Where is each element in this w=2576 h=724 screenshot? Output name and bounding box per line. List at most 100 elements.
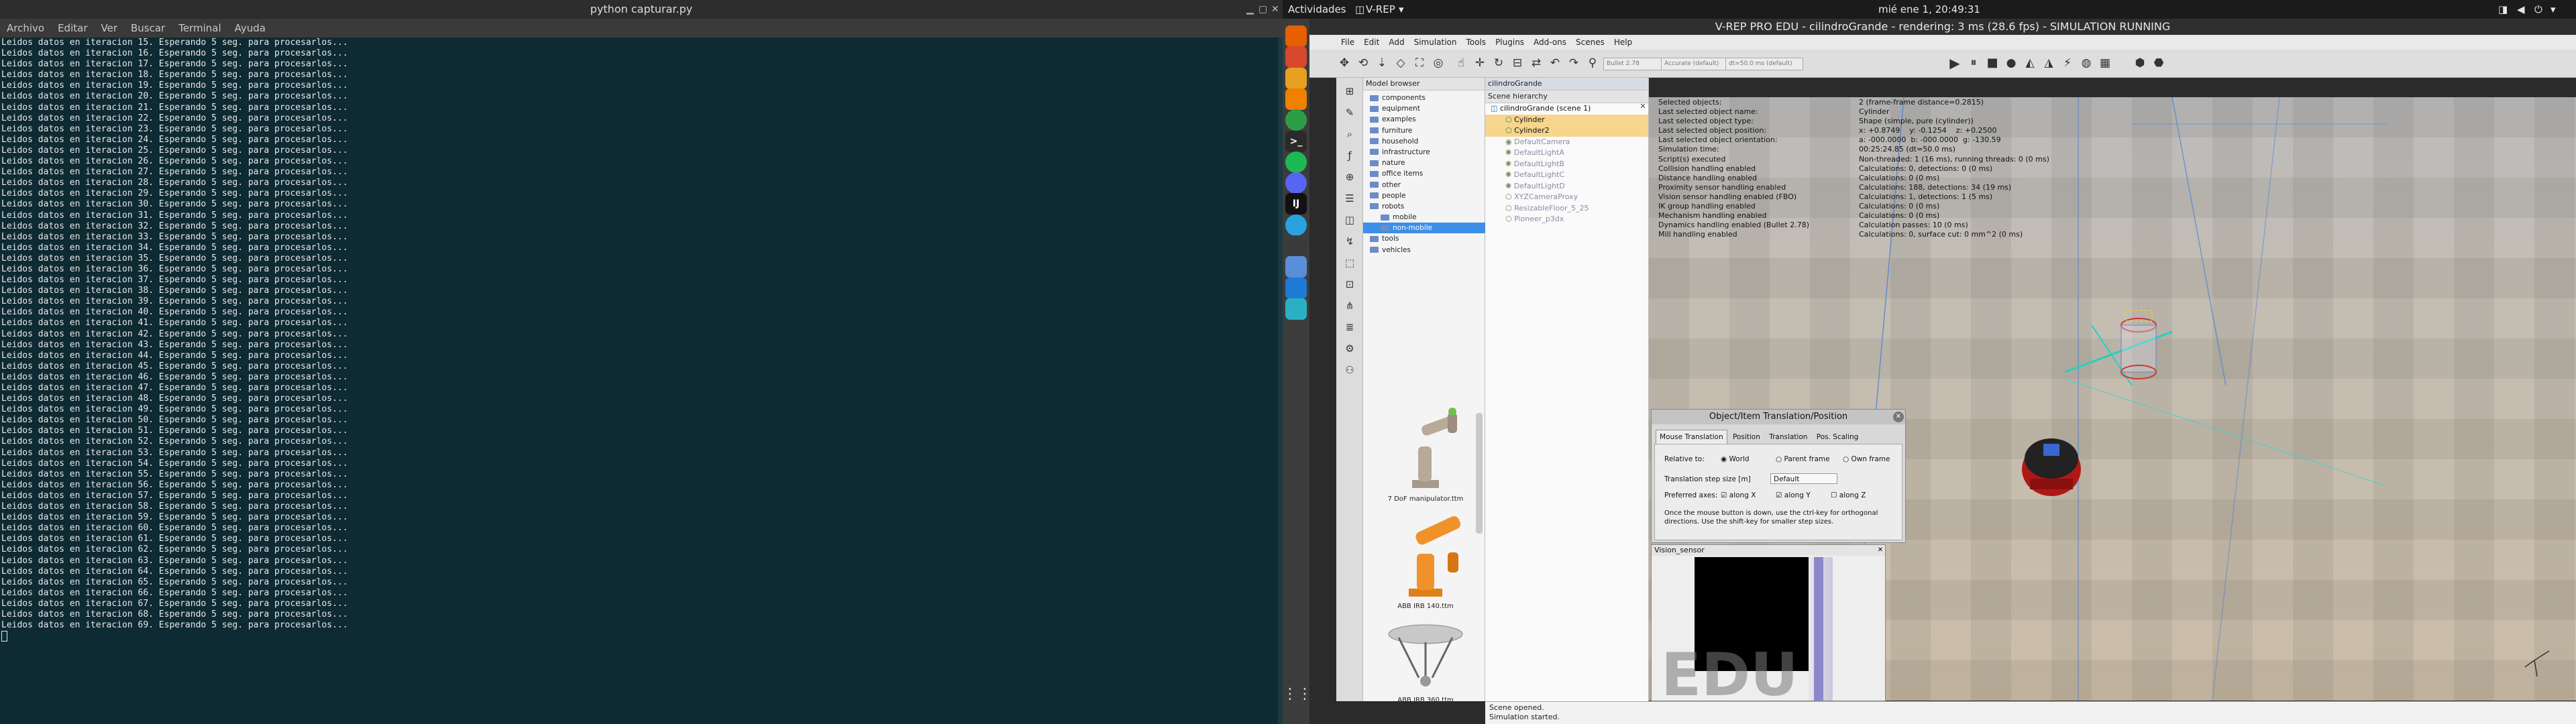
clock[interactable]: mié ene 1, 20:49:31 [1283, 0, 2576, 19]
menu-add-ons[interactable]: Add-ons [1529, 35, 1571, 50]
function-icon[interactable]: ƒ [1342, 147, 1358, 164]
assemble-icon[interactable]: ⊟ [1509, 55, 1525, 71]
files-icon[interactable] [1285, 67, 1307, 89]
menu-buscar[interactable]: Buscar [124, 19, 172, 38]
hierarchy-item[interactable]: ✺ DefaultLightC [1485, 170, 1648, 181]
maximize-icon[interactable]: ▢ [1258, 0, 1267, 19]
physics-engine-select[interactable]: Bullet 2.78 [1603, 58, 1664, 70]
layers-icon[interactable]: ≣ [1342, 319, 1358, 335]
model-folder[interactable]: household [1363, 136, 1485, 147]
model-folder[interactable]: robots [1363, 201, 1485, 212]
stop-icon[interactable]: ■ [1984, 55, 2000, 71]
terminal-icon[interactable]: >_ [1285, 130, 1307, 152]
menu-ayuda[interactable]: Ayuda [228, 19, 272, 38]
accuracy-select[interactable]: Accurate (default) [1661, 58, 1728, 70]
speed-up-icon[interactable]: ◮ [2041, 55, 2057, 71]
hierarchy-item[interactable]: ⬡ Cylinder2 [1485, 125, 1648, 137]
model-folder[interactable]: vehicles [1363, 245, 1485, 255]
menu-edit[interactable]: Edit [1359, 35, 1384, 50]
close-icon[interactable]: ✕ [1271, 0, 1279, 19]
layers-icon[interactable]: ⬣ [2151, 55, 2167, 71]
scene-selector-icon[interactable]: ⬢ [2132, 55, 2148, 71]
model-folder[interactable]: tools [1363, 233, 1485, 244]
discord-icon[interactable] [1285, 172, 1307, 194]
model-folder[interactable]: examples [1363, 114, 1485, 125]
app-menu[interactable]: V-REP [1366, 0, 1395, 19]
checkbox-along-z[interactable]: ☐ along Z [1831, 491, 1866, 499]
realtime-icon[interactable]: ● [2003, 55, 2019, 71]
calc-modules-icon[interactable]: ✎ [1342, 105, 1358, 121]
menu-terminal[interactable]: Terminal [172, 19, 227, 38]
camera-angle-icon[interactable]: ◇ [1393, 55, 1409, 71]
firefox-icon[interactable] [1285, 25, 1307, 47]
close-icon[interactable]: ✕ [1638, 102, 1648, 111]
chevron-down-icon[interactable]: ▾ [2551, 0, 2556, 19]
terminal-output[interactable]: Leidos datos en iteracion 15. Esperando … [0, 38, 1278, 724]
shape-edit-icon[interactable]: ◫ [1342, 212, 1358, 228]
model-folder[interactable]: equipment [1363, 103, 1485, 114]
search-icon[interactable]: ⌕ [1342, 126, 1358, 142]
menu-simulation[interactable]: Simulation [1409, 35, 1462, 50]
hierarchy-item[interactable]: ✺ DefaultLightD [1485, 181, 1648, 192]
selection-icon[interactable]: ⬚ [1342, 255, 1358, 271]
model-thumb[interactable]: 7 DoF manipulator.ttm [1375, 406, 1476, 503]
menu-file[interactable]: File [1336, 35, 1359, 50]
model-folder[interactable]: non-mobile [1363, 223, 1485, 234]
model-folder[interactable]: nature [1363, 158, 1485, 168]
camera-pan-icon[interactable]: ✥ [1336, 55, 1352, 71]
model-folder[interactable]: other [1363, 180, 1485, 190]
hierarchy-item[interactable]: ⬡ Cylinder [1485, 114, 1648, 125]
hierarchy-item[interactable]: ⬡ Pioneer_p3dx [1485, 214, 1648, 225]
obs-icon[interactable] [1285, 235, 1307, 257]
redo-icon[interactable]: ↷ [1566, 55, 1582, 71]
visualization-icon[interactable]: ◍ [2078, 55, 2094, 71]
telegram-icon[interactable] [1285, 214, 1307, 236]
chrome-icon[interactable] [1285, 109, 1307, 131]
translate-object-icon[interactable]: ✛ [1472, 55, 1488, 71]
model-folder[interactable]: components [1363, 93, 1485, 103]
gear-icon[interactable]: ⚙ [1342, 341, 1358, 357]
menu-tools[interactable]: Tools [1462, 35, 1491, 50]
menu-plugins[interactable]: Plugins [1491, 35, 1529, 50]
virtualbox-icon[interactable] [1285, 256, 1307, 278]
model-thumb[interactable]: ABB IRB 360.ttm [1375, 621, 1476, 704]
scene-hierarchy-icon[interactable]: ⋔ [1342, 298, 1358, 314]
scene-tab[interactable]: cilindroGrande [1485, 78, 1648, 90]
menu-editar[interactable]: Editar [51, 19, 94, 38]
model-thumb[interactable]: ABB IRB 140.ttm [1375, 514, 1476, 610]
user-settings-icon[interactable]: ⚇ [1342, 362, 1358, 378]
vision-sensor-view[interactable]: Vision_sensor ✕ EDU [1651, 544, 1886, 705]
checkbox-along-x[interactable]: ☑ along X [1721, 491, 1756, 499]
hierarchy-item[interactable]: ⬡ XYZCameraProxy [1485, 192, 1648, 203]
page-selector-icon[interactable]: ▦ [2097, 55, 2113, 71]
timestep-select[interactable]: dt=50.0 ms (default) [1725, 58, 1803, 70]
radio-world[interactable]: ◉ World [1721, 455, 1750, 463]
menu-add[interactable]: Add [1384, 35, 1409, 50]
hierarchy-item[interactable]: ⬡ ResizableFloor_5_25 [1485, 203, 1648, 215]
pause-icon[interactable]: ⏸ [1966, 55, 1982, 71]
camera-rotate-icon[interactable]: ⟲ [1355, 55, 1371, 71]
model-browser-scrollbar[interactable] [1476, 413, 1483, 534]
select-icon[interactable]: ☝ [1453, 55, 1469, 71]
slow-down-icon[interactable]: ◭ [2022, 55, 2038, 71]
network-icon[interactable]: ◨ [2498, 0, 2508, 19]
volume-icon[interactable]: ◀ [2517, 0, 2525, 19]
undo-icon[interactable]: ↶ [1547, 55, 1563, 71]
camera-shift-icon[interactable]: ⇣ [1374, 55, 1390, 71]
vlc-icon[interactable] [1285, 88, 1307, 110]
model-folder[interactable]: people [1363, 190, 1485, 201]
vscode-icon[interactable] [1285, 277, 1307, 299]
minimize-icon[interactable]: ▁ [1246, 0, 1254, 19]
hierarchy-item[interactable]: ✺ DefaultLightB [1485, 159, 1648, 170]
object-properties-icon[interactable]: ⊞ [1342, 83, 1358, 99]
model-folder[interactable]: furniture [1363, 125, 1485, 136]
play-icon[interactable]: ▶ [1947, 55, 1963, 71]
thunderbird-icon[interactable] [1285, 46, 1307, 68]
menu-ver[interactable]: Ver [95, 19, 125, 38]
power-icon[interactable]: ⏻ [2534, 0, 2542, 19]
hierarchy-item[interactable]: ◉ DefaultCamera [1485, 137, 1648, 148]
close-icon[interactable]: ✕ [1876, 545, 1885, 556]
rotate-object-icon[interactable]: ↻ [1491, 55, 1507, 71]
collections-icon[interactable]: ⊕ [1342, 169, 1358, 185]
tab-translation[interactable]: Translation [1766, 430, 1811, 444]
